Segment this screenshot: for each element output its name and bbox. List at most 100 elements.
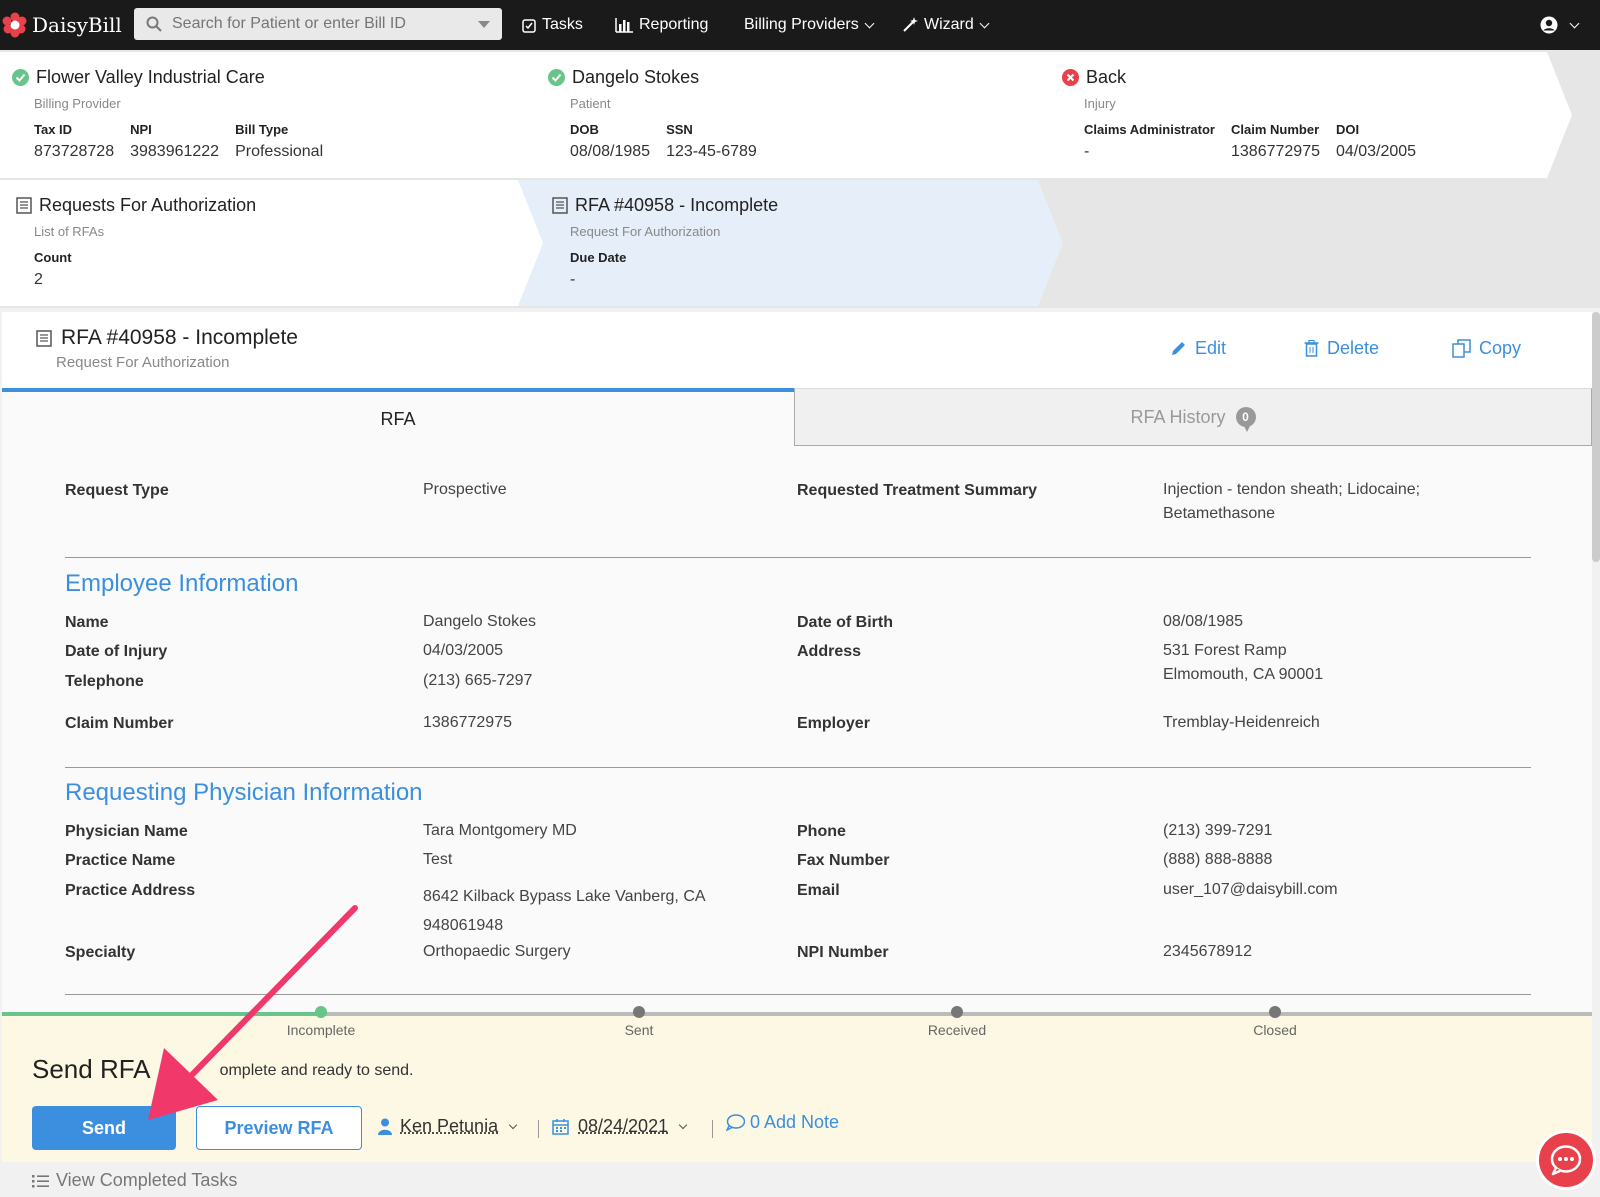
list-icon [32, 1174, 49, 1187]
step-incomplete: Incomplete [261, 1006, 381, 1038]
comment-icon [726, 1114, 745, 1131]
delete-button[interactable]: Delete [1304, 338, 1379, 359]
add-note-button[interactable]: 0 Add Note [726, 1112, 839, 1133]
brand-logo[interactable]: DaisyBill [0, 12, 130, 38]
crumb-subtitle: Patient [570, 96, 611, 111]
crumb-fields: Claims Administrator - Claim Number 138677… [1084, 122, 1432, 161]
crumb-subtitle: Request For Authorization [570, 224, 721, 239]
employee-address-label: Address [797, 643, 862, 660]
field-label: Tax ID [34, 122, 73, 137]
crumb-field: Tax ID 873728728 [34, 122, 114, 161]
chevron-down-icon [1569, 18, 1580, 28]
step-dot [1269, 1006, 1281, 1018]
send-button[interactable]: Send [32, 1106, 176, 1150]
nav-tasks[interactable]: Tasks [522, 0, 583, 50]
document-icon [16, 197, 32, 214]
scrollbar[interactable] [1592, 312, 1600, 562]
view-completed-tasks-link[interactable]: View Completed Tasks [32, 1170, 237, 1191]
assignee-name: Ken Petunia [400, 1116, 499, 1136]
practice-address-label: Practice Address [65, 882, 196, 899]
edit-button[interactable]: Edit [1170, 338, 1226, 359]
email-label: Email [797, 882, 840, 899]
crumb-injury[interactable]: Back Injury Claims Administrator - Claim … [1036, 52, 1572, 178]
calendar-icon [552, 1119, 569, 1135]
field-label: DOB [570, 122, 599, 137]
nav-tasks-label: Tasks [542, 16, 583, 33]
physician-name-label: Physician Name [65, 823, 188, 840]
nav-wizard-label: Wizard [924, 16, 974, 33]
employee-claim-label: Claim Number [65, 715, 174, 732]
delete-label: Delete [1327, 338, 1380, 358]
bar-chart-icon [615, 17, 633, 33]
nav-reporting[interactable]: Reporting [615, 0, 708, 50]
page-subtitle: Request For Authorization [56, 354, 230, 371]
treatment-summary-value: Injection - tendon sheath; Lidocaine; Be… [1163, 478, 1420, 526]
chevron-down-icon [678, 1120, 688, 1129]
nav-billing-providers[interactable]: Billing Providers [744, 0, 875, 50]
field-label: Claim Number [1231, 122, 1320, 137]
address-line: 531 Forest Ramp [1163, 642, 1287, 659]
tab-rfa[interactable]: RFA [2, 388, 794, 446]
crumb-field: Count 2 [34, 250, 72, 289]
crumb-patient[interactable]: Dangelo Stokes Patient DOB 08/08/1985 SSN… [518, 52, 1063, 178]
magic-wand-icon [903, 17, 918, 32]
crumb-field: Claim Number 1386772975 [1231, 122, 1320, 161]
tab-rfa-label: RFA [380, 408, 416, 429]
crumb-fields: Count 2 [34, 250, 88, 289]
crumb-title: Requests For Authorization [16, 195, 256, 216]
treatment-summary-label: Requested Treatment Summary [797, 482, 1038, 499]
step-closed: Closed [1215, 1006, 1335, 1038]
npi-label: NPI Number [797, 944, 889, 961]
send-rfa-title: Send RFA [32, 1054, 151, 1084]
nav-wizard[interactable]: Wizard [902, 0, 990, 50]
specialty-label: Specialty [65, 944, 136, 961]
field-value: 2 [34, 271, 43, 288]
search-input[interactable] [172, 15, 472, 33]
divider [65, 557, 1531, 558]
chevron-down-icon [508, 1120, 518, 1129]
history-count-badge: 0 [1235, 407, 1256, 432]
request-type-value: Prospective [423, 481, 507, 498]
user-icon [378, 1118, 392, 1135]
field-label: DOI [1335, 122, 1360, 137]
employee-employer-label: Employer [797, 715, 870, 732]
field-label: Bill Type [235, 122, 289, 137]
chevron-down-icon [864, 18, 875, 28]
phone-label: Phone [797, 823, 846, 840]
divider [65, 767, 1531, 768]
crumb-field: Claims Administrator - [1084, 122, 1215, 161]
breadcrumb-panels: Flower Valley Industrial Care Billing Pr… [0, 50, 1600, 308]
caret-down-icon[interactable] [478, 21, 490, 28]
tab-history-label: RFA History [1130, 406, 1226, 427]
physician-name-value: Tara Montgomery MD [423, 822, 577, 839]
practice-address-value: 8642 Kilback Bypass Lake Vanberg, CA 948… [423, 882, 706, 940]
tab-rfa-history[interactable]: RFA History 0 [794, 388, 1592, 446]
page-title-text: RFA #40958 - Incomplete [61, 326, 298, 349]
page-title: RFA #40958 - Incomplete [36, 326, 298, 350]
date-dropdown[interactable]: 08/24/2021 [552, 1116, 688, 1137]
crumb-title-text: Dangelo Stokes [572, 67, 700, 87]
check-circle-icon [548, 69, 565, 86]
crumb-billing-provider[interactable]: Flower Valley Industrial Care Billing Pr… [0, 52, 545, 178]
separator [712, 1120, 713, 1138]
user-menu[interactable] [1540, 0, 1580, 50]
chat-widget-button[interactable] [1536, 1130, 1596, 1190]
address-line: 948061948 [423, 917, 504, 934]
field-label: Claims Administrator [1084, 122, 1215, 137]
employee-dob-value: 08/08/1985 [1163, 613, 1244, 630]
step-dot [315, 1006, 327, 1018]
crumb-current-rfa[interactable]: RFA #40958 - Incomplete Request For Auth… [518, 180, 1063, 306]
crumb-rfa-list[interactable]: Requests For Authorization List of RFAs … [0, 180, 545, 306]
step-dot [951, 1006, 963, 1018]
field-value: Professional [235, 143, 324, 160]
preview-rfa-button[interactable]: Preview RFA [196, 1106, 362, 1150]
edit-label: Edit [1195, 338, 1227, 358]
crumb-title: Flower Valley Industrial Care [12, 67, 265, 88]
nav-billing-providers-label: Billing Providers [744, 16, 859, 33]
crumb-title-text: Requests For Authorization [39, 195, 257, 215]
search-box[interactable] [134, 8, 502, 40]
step-dot [633, 1006, 645, 1018]
phone-value: (213) 399-7291 [1163, 822, 1273, 839]
copy-button[interactable]: Copy [1452, 338, 1521, 359]
assignee-dropdown[interactable]: Ken Petunia [378, 1116, 518, 1137]
